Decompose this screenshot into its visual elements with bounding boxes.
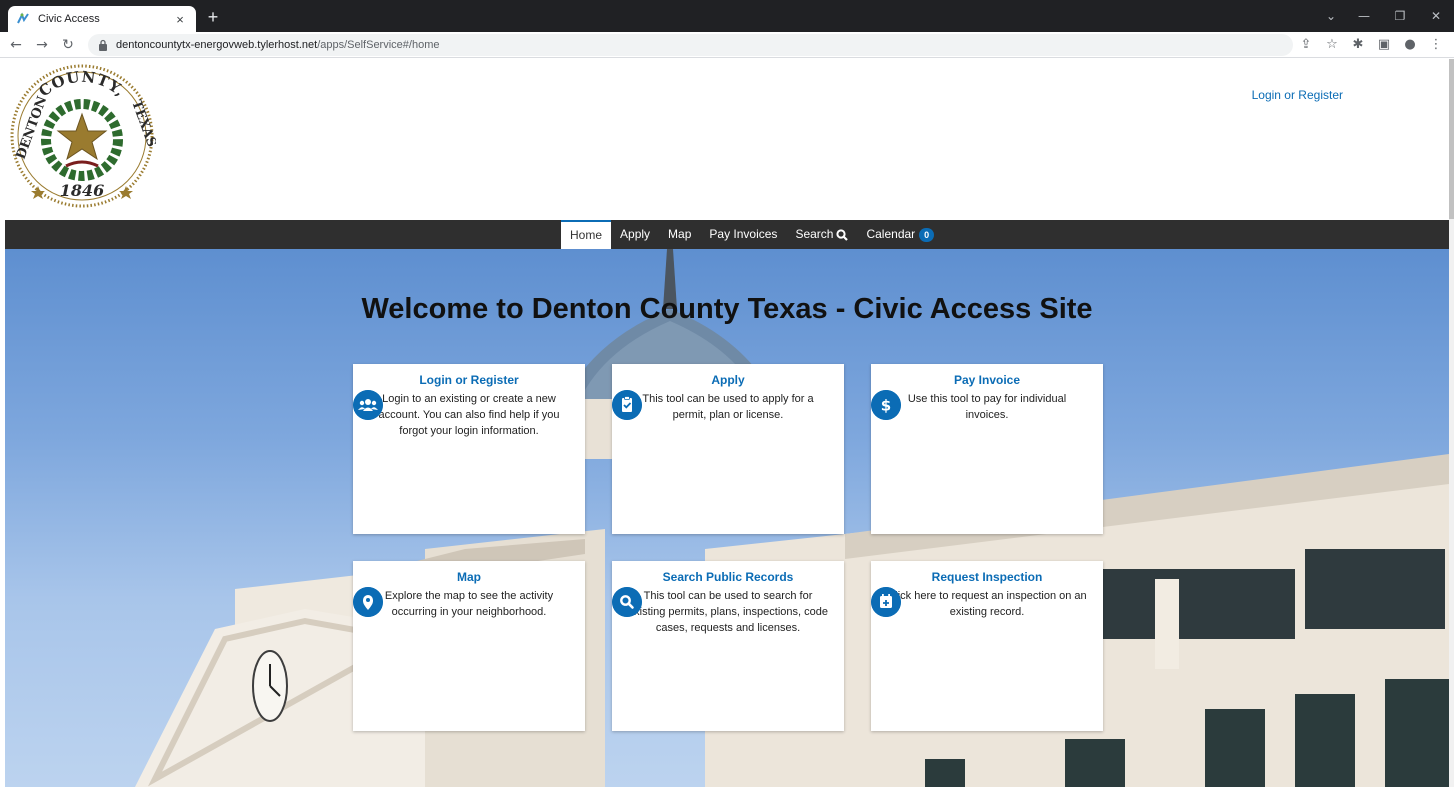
main-navbar: Home Apply Map Pay Invoices Search Calen… (5, 220, 1449, 249)
card-map[interactable]: Map Explore the map to see the activity … (353, 561, 585, 731)
nav-calendar[interactable]: Calendar 0 (857, 220, 943, 249)
browser-tab[interactable]: Civic Access × (8, 6, 196, 32)
nav-list: Home Apply Map Pay Invoices Search Calen… (561, 220, 943, 249)
calendar-plus-icon (871, 587, 901, 617)
restore-icon[interactable]: ❐ (1382, 0, 1418, 32)
dollar-icon: $ (871, 390, 901, 420)
card-request-inspection[interactable]: Request Inspection Click here to request… (871, 561, 1103, 731)
page-scrollbar[interactable] (1449, 59, 1454, 787)
tab-close-icon[interactable]: × (172, 12, 188, 27)
url-path: /apps/SelfService#/home (317, 39, 440, 51)
card-pay-invoice[interactable]: $ Pay Invoice Use this tool to pay for i… (871, 364, 1103, 534)
nav-calendar-label: Calendar (866, 227, 916, 241)
nav-pay-invoices[interactable]: Pay Invoices (700, 220, 786, 249)
hero-section: Welcome to Denton County Texas - Civic A… (5, 249, 1449, 787)
card-apply[interactable]: Apply This tool can be used to apply for… (612, 364, 844, 534)
window-controls: ⌄ — ❐ ✕ (1316, 0, 1454, 32)
card-description: Click here to request an inspection on a… (887, 590, 1087, 618)
side-panel-icon[interactable]: ▣ (1374, 35, 1394, 55)
forward-icon[interactable]: → (32, 35, 52, 55)
page-content: COUNTY, DENTON TEXAS 1846 Login or Regis… (5, 59, 1449, 787)
back-icon[interactable]: ← (6, 35, 26, 55)
card-search-public-records[interactable]: Search Public Records This tool can be u… (612, 561, 844, 731)
menu-kebab-icon[interactable]: ⋮ (1426, 35, 1446, 55)
lock-icon (99, 39, 107, 51)
card-description: Explore the map to see the activity occu… (384, 590, 554, 618)
reload-icon[interactable]: ↻ (58, 35, 78, 55)
card-title: Search Public Records (662, 570, 794, 584)
new-tab-button[interactable]: + (202, 6, 224, 28)
card-title: Apply (711, 373, 745, 387)
address-bar[interactable]: dentoncountytx-energovweb.tylerhost.net/… (88, 34, 1293, 56)
map-pin-icon (353, 587, 383, 617)
nav-search[interactable]: Search (786, 220, 857, 249)
users-icon (353, 390, 383, 420)
calendar-count-badge: 0 (919, 227, 935, 242)
search-icon (612, 587, 642, 617)
clipboard-check-icon (612, 390, 642, 420)
close-window-icon[interactable]: ✕ (1418, 0, 1454, 32)
nav-map[interactable]: Map (659, 220, 700, 249)
share-icon[interactable]: ⇪ (1296, 35, 1316, 55)
seal-year: 1846 (60, 181, 105, 200)
card-description: Use this tool to pay for individual invo… (907, 393, 1067, 421)
card-description: This tool can be used to search for exis… (628, 590, 828, 634)
card-title: Request Inspection (931, 570, 1043, 584)
card-title: Login or Register (419, 373, 519, 387)
header-login-register-link[interactable]: Login or Register (1252, 88, 1343, 102)
tab-search-icon[interactable]: ⌄ (1316, 0, 1346, 32)
card-title: Pay Invoice (953, 373, 1021, 387)
url-text: dentoncountytx-energovweb.tylerhost.net/… (116, 39, 439, 51)
svg-text:$: $ (881, 397, 891, 415)
toolbar-actions: ⇪ ☆ ✱ ▣ ● ⋮ (1296, 35, 1446, 55)
denton-county-seal-logo[interactable]: COUNTY, DENTON TEXAS 1846 (8, 62, 156, 210)
minimize-icon[interactable]: — (1346, 0, 1382, 32)
scrollbar-thumb[interactable] (1449, 59, 1454, 219)
page-title: Welcome to Denton County Texas - Civic A… (361, 293, 1093, 325)
card-description: Login to an existing or create a new acc… (378, 393, 560, 437)
civic-access-favicon (17, 12, 29, 24)
search-icon (836, 228, 849, 241)
browser-tab-bar: Civic Access × + ⌄ — ❐ ✕ (0, 0, 1454, 32)
url-host: dentoncountytx-energovweb.tylerhost.net (116, 39, 318, 51)
card-title: Map (457, 570, 481, 584)
card-description: This tool can be used to apply for a per… (642, 393, 814, 421)
browser-toolbar: ← → ↻ dentoncountytx-energovweb.tylerhos… (0, 32, 1454, 58)
nav-home[interactable]: Home (561, 220, 612, 249)
nav-apply[interactable]: Apply (611, 220, 659, 249)
profile-icon[interactable]: ● (1400, 35, 1420, 55)
extensions-icon[interactable]: ✱ (1348, 35, 1368, 55)
tab-title: Civic Access (38, 13, 100, 25)
bookmark-star-icon[interactable]: ☆ (1322, 35, 1342, 55)
nav-search-label: Search (795, 227, 834, 241)
card-login-register[interactable]: Login or Register Login to an existing o… (353, 364, 585, 534)
